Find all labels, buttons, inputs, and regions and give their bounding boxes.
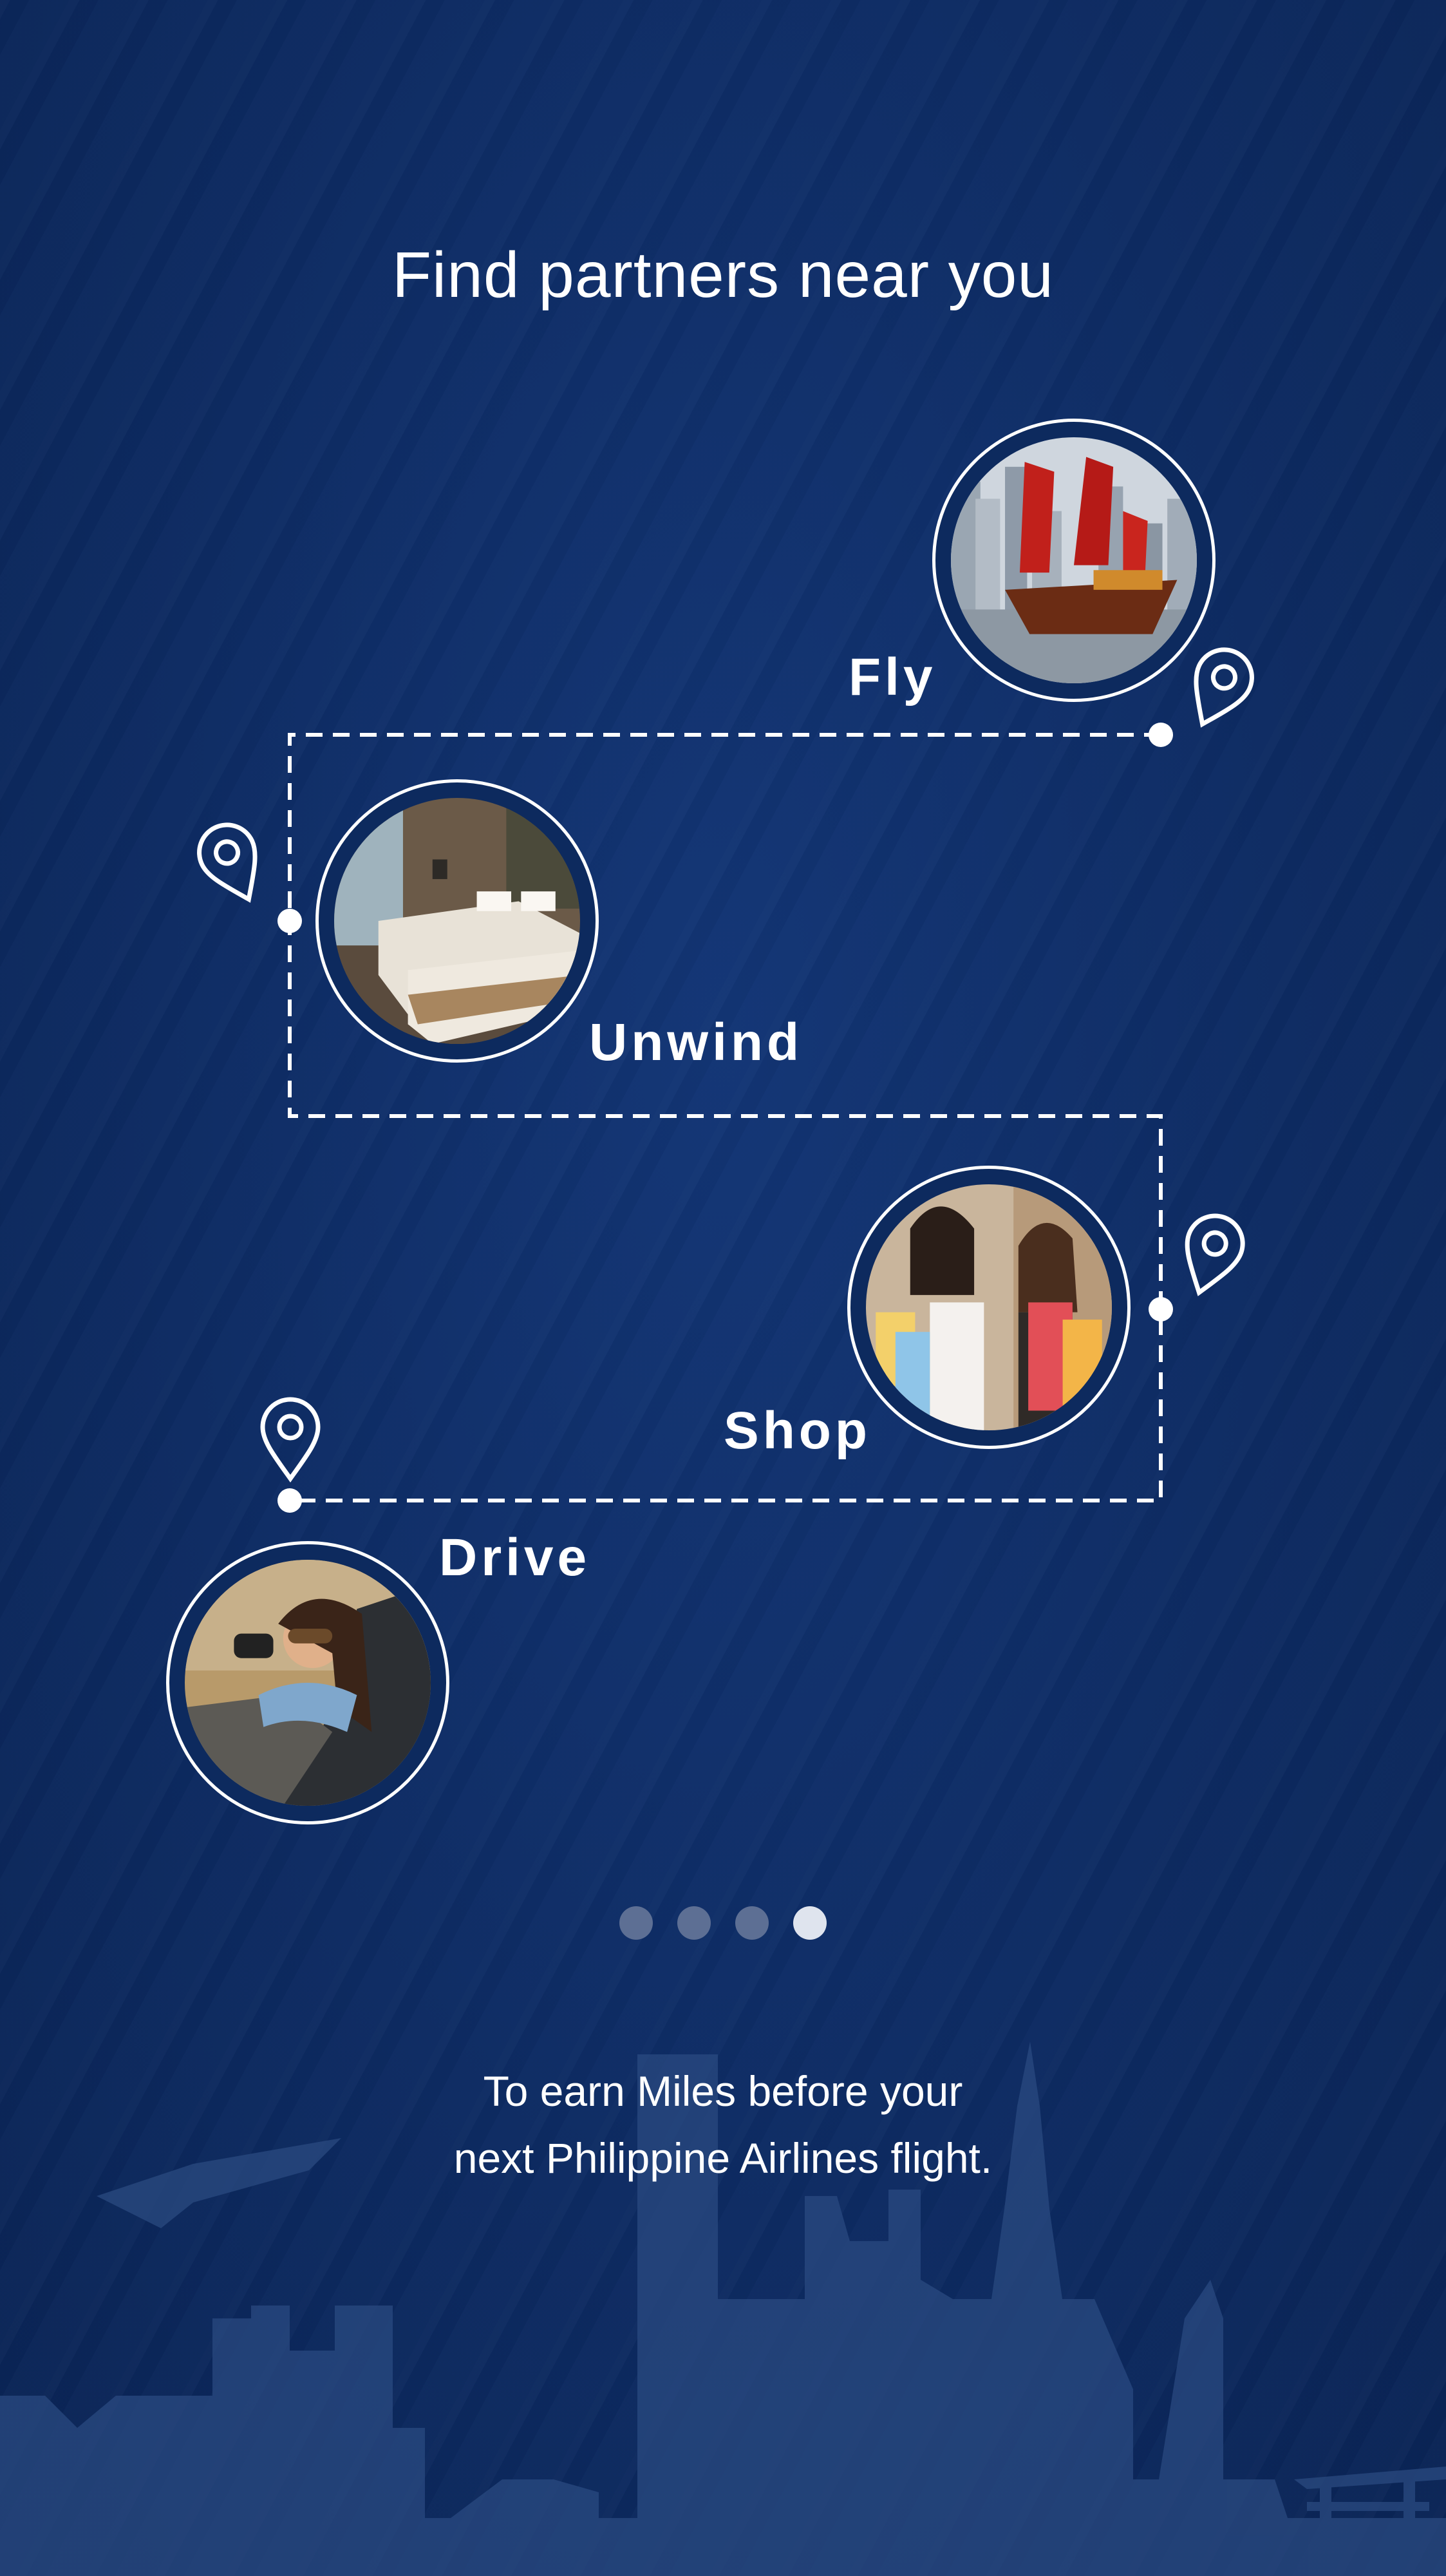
location-pin-icon: [1185, 1213, 1245, 1296]
woman-in-car-photo: [185, 1560, 431, 1806]
shopping-friends-photo: [866, 1184, 1112, 1430]
caption: To earn Miles before your next Philippin…: [0, 2058, 1446, 2192]
page-dot-2[interactable]: [677, 1906, 711, 1940]
partner-unwind[interactable]: [315, 779, 599, 1063]
partner-drive[interactable]: [166, 1541, 449, 1824]
hotel-room-photo: [334, 798, 580, 1044]
partner-shop[interactable]: [847, 1166, 1131, 1449]
page-dot-1[interactable]: [619, 1906, 653, 1940]
junk-boat-harbor-photo: [951, 437, 1197, 683]
partner-label-shop: Shop: [724, 1401, 871, 1460]
caption-line-2: next Philippine Airlines flight.: [453, 2134, 993, 2182]
location-pin-icon: [1194, 647, 1254, 728]
location-pin-icon: [260, 1397, 321, 1483]
partner-label-drive: Drive: [439, 1528, 591, 1587]
partner-fly[interactable]: [932, 419, 1216, 702]
partner-label-fly: Fly: [849, 648, 937, 706]
page-dot-4-active[interactable]: [793, 1906, 827, 1940]
page-indicator: [0, 1906, 1446, 1940]
location-pin-icon: [197, 822, 258, 903]
page-dot-3[interactable]: [735, 1906, 769, 1940]
caption-line-1: To earn Miles before your: [483, 2067, 963, 2115]
partner-label-unwind: Unwind: [589, 1013, 803, 1072]
